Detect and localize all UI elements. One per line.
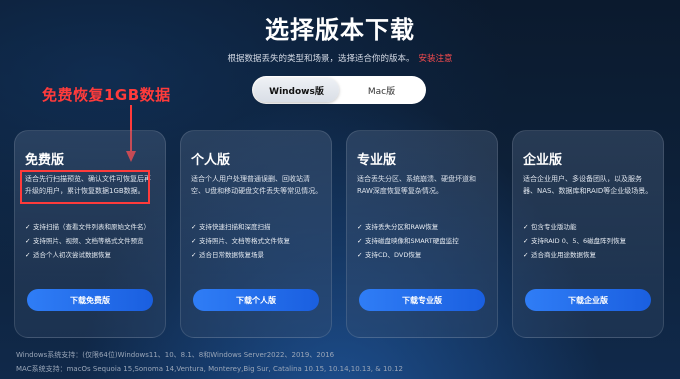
free-recovery-callout: 免费恢复1GB数据 xyxy=(42,86,171,104)
feature-item: ✓ 支持照片、视频、文档等格式文件预览 xyxy=(25,237,144,245)
check-icon: ✓ xyxy=(357,237,363,245)
feature-item: ✓ 支持快速扫描和深度扫描 xyxy=(191,223,271,231)
tab-mac[interactable]: Mac版 xyxy=(339,78,424,102)
free-description-highlight xyxy=(20,170,150,204)
check-icon: ✓ xyxy=(357,251,363,259)
mac-support-text: MAC系统支持：macOs Sequoia 15,Sonoma 14,Ventu… xyxy=(16,365,403,373)
os-toggle: Windows版 Mac版 xyxy=(252,76,426,104)
feature-item: ✓ 适合日常数据恢复场景 xyxy=(191,251,264,259)
page-title: 选择版本下载 xyxy=(265,16,415,44)
check-icon: ✓ xyxy=(191,251,197,259)
check-icon: ✓ xyxy=(25,251,31,259)
feature-item: ✓ 支持磁盘映像和SMART硬盘监控 xyxy=(357,237,459,245)
check-icon: ✓ xyxy=(25,237,31,245)
check-icon: ✓ xyxy=(523,223,529,231)
feature-item: ✓ 适合商业用途数据恢复 xyxy=(523,251,596,259)
check-icon: ✓ xyxy=(523,237,529,245)
check-icon: ✓ xyxy=(25,223,31,231)
feature-item: ✓ 支持照片、文档等格式文件恢复 xyxy=(191,237,290,245)
feature-list: ✓ 支持快速扫描和深度扫描 ✓ 支持照片、文档等格式文件恢复 ✓ 适合日常数据恢复场景 xyxy=(191,223,325,265)
feature-item: ✓ 支持扫描（查看文件列表和原始文件名） xyxy=(25,223,150,231)
check-icon: ✓ xyxy=(191,223,197,231)
card-description: 适合企业用户、多设备团队，以及服务器、NAS、数据库和RAID等企业级场景。 xyxy=(523,175,653,195)
card-description: 适合丢失分区、系统崩溃、硬盘坏道和RAW深度恢复等复杂情况。 xyxy=(357,175,476,195)
card-professional: 专业版 适合丢失分区、系统崩溃、硬盘坏道和RAW深度恢复等复杂情况。 ✓ 支持丢失… xyxy=(346,130,498,338)
check-icon: ✓ xyxy=(357,223,363,231)
feature-list: ✓ 支持扫描（查看文件列表和原始文件名） ✓ 支持照片、视频、文档等格式文件预览 ✓… xyxy=(25,223,159,265)
card-enterprise: 企业版 适合企业用户、多设备团队，以及服务器、NAS、数据库和RAID等企业级场… xyxy=(512,130,664,338)
page-subtitle: 根据数据丢失的类型和场景，选择适合你的版本。 安装注意 xyxy=(0,52,680,64)
download-free-button[interactable]: 下载免费版 xyxy=(27,289,153,311)
feature-item: ✓ 支持CD、DVD恢复 xyxy=(357,251,422,259)
card-free: 免费版 适合先行扫描预览、确认文件可恢复后再升级的用户，累计恢复数据1GB数据。… xyxy=(14,130,166,338)
check-icon: ✓ xyxy=(191,237,197,245)
download-enterprise-button[interactable]: 下载企业版 xyxy=(525,289,651,311)
card-personal: 个人版 适合个人用户处理普通误删、回收站清空、U盘和移动硬盘文件丢失等常见情况。… xyxy=(180,130,332,338)
windows-support-text: Windows系统支持：(仅限64位)Windows11、10、8.1、8和Wi… xyxy=(16,351,335,359)
feature-item: ✓ 支持丢失分区和RAW恢复 xyxy=(357,223,439,231)
feature-item: ✓ 适合个人初次尝试数据恢复 xyxy=(25,251,111,259)
download-personal-button[interactable]: 下载个人版 xyxy=(193,289,319,311)
feature-item: ✓ 支持RAID 0、5、6磁盘阵列恢复 xyxy=(523,237,627,245)
card-title: 专业版 xyxy=(357,153,397,168)
feature-list: ✓ 包含专业版功能 ✓ 支持RAID 0、5、6磁盘阵列恢复 ✓ 适合商业用途数据恢复 xyxy=(523,223,657,265)
subtitle-text: 根据数据丢失的类型和场景，选择适合你的版本。 xyxy=(227,54,415,64)
feature-item: ✓ 包含专业版功能 xyxy=(523,223,577,231)
card-title: 企业版 xyxy=(523,153,563,168)
card-title: 个人版 xyxy=(191,153,231,168)
download-professional-button[interactable]: 下载专业版 xyxy=(359,289,485,311)
card-title: 免费版 xyxy=(25,153,65,168)
feature-list: ✓ 支持丢失分区和RAW恢复 ✓ 支持磁盘映像和SMART硬盘监控 ✓ 支持CD、DV… xyxy=(357,223,491,265)
install-note-link[interactable]: 安装注意 xyxy=(419,54,453,64)
tab-windows[interactable]: Windows版 xyxy=(254,78,339,102)
card-description: 适合个人用户处理普通误删、回收站清空、U盘和移动硬盘文件丢失等常见情况。 xyxy=(191,175,323,195)
check-icon: ✓ xyxy=(523,251,529,259)
